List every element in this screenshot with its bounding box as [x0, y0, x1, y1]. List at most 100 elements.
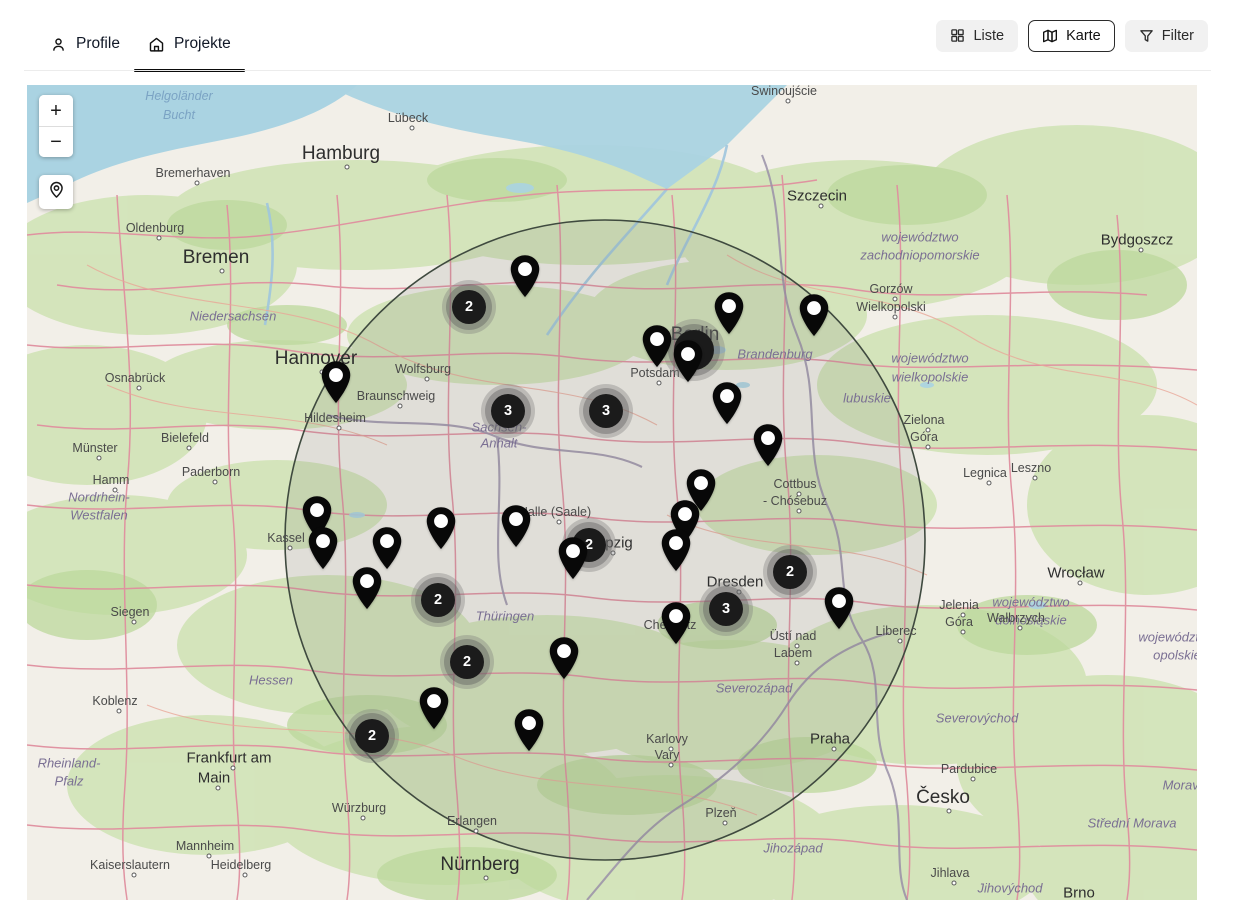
map-marker-pin[interactable]: [350, 566, 384, 610]
header-divider: [24, 70, 1211, 71]
map-cluster[interactable]: 3: [699, 582, 753, 636]
map-cluster[interactable]: 2: [442, 280, 496, 334]
city-dot: [360, 815, 366, 821]
map-marker-pin[interactable]: [508, 254, 542, 298]
map-label: Siegen: [110, 605, 150, 619]
map-marker-pin[interactable]: [659, 528, 693, 572]
map-marker-pin[interactable]: [417, 686, 451, 730]
map-marker-pin[interactable]: [556, 536, 590, 580]
city-dot: [722, 820, 728, 826]
map-label: Severozápad: [715, 680, 793, 696]
tab-profile[interactable]: Profile: [36, 25, 134, 71]
filter-button[interactable]: Filter: [1124, 19, 1208, 52]
user-icon: [50, 36, 67, 53]
map-label: Severovýchod: [935, 710, 1019, 726]
map-marker-pin[interactable]: [424, 506, 458, 550]
map-label: Thüringen: [475, 608, 535, 624]
map-label: Jihlava: [930, 866, 970, 880]
city-dot: [960, 612, 966, 618]
map-label: Brno: [1063, 884, 1095, 900]
city-dot: [1032, 475, 1038, 481]
city-dot: [215, 785, 221, 791]
map-cluster-count: 2: [773, 555, 807, 589]
map-cluster[interactable]: 2: [411, 573, 465, 627]
map-label: Swinoujście: [750, 85, 818, 98]
map-marker-pin[interactable]: [751, 423, 785, 467]
city-dot: [818, 203, 824, 209]
map-label: dolnośląskie: [995, 612, 1067, 628]
map-marker-pin[interactable]: [547, 636, 581, 680]
map-label: Nordrhein-: [68, 489, 130, 505]
map-label: Oldenburg: [125, 221, 185, 235]
map-marker-pin[interactable]: [671, 339, 705, 383]
city-dot: [156, 235, 162, 241]
city-dot: [892, 296, 898, 302]
map-cluster[interactable]: 2: [440, 635, 494, 689]
tab-projekte[interactable]: Projekte: [133, 25, 245, 72]
map-label: Góra: [945, 615, 973, 629]
zoom-in-button[interactable]: +: [39, 95, 73, 126]
city-dot: [970, 776, 976, 782]
view-liste-label: Liste: [973, 27, 1005, 44]
map-marker-pin[interactable]: [306, 526, 340, 570]
map-marker-pin[interactable]: [512, 708, 546, 752]
map-container[interactable]: Helgoländer Bucht Lübeck Swinoujście Hamburg…: [27, 85, 1197, 900]
map-marker-pin[interactable]: [640, 324, 674, 368]
map-marker-pin[interactable]: [319, 360, 353, 404]
map-cluster[interactable]: 3: [481, 384, 535, 438]
map-marker-pin[interactable]: [659, 601, 693, 645]
map-icon: [1042, 28, 1058, 44]
city-dot: [116, 708, 122, 714]
city-dot: [960, 629, 966, 635]
main-tabs: Profile Projekte: [36, 0, 245, 72]
map-label: Bucht: [163, 108, 195, 122]
map-label: Hamburg: [301, 143, 381, 164]
map-label: Wrocław: [1047, 564, 1105, 582]
city-dot: [212, 479, 218, 485]
city-dot: [925, 427, 931, 433]
city-dot: [483, 875, 489, 881]
tab-profile-label: Profile: [76, 35, 120, 53]
map-label: Leszno: [1010, 461, 1052, 475]
map-label: Niedersachsen: [189, 308, 277, 324]
map-label: Brandenburg: [737, 346, 813, 362]
map-marker-pin[interactable]: [712, 291, 746, 335]
map-label: Labem: [773, 646, 813, 660]
map-label: Cottbus: [773, 477, 817, 491]
map-marker-pin[interactable]: [797, 293, 831, 337]
zoom-out-button[interactable]: −: [39, 126, 73, 157]
map-label: Gorzów: [869, 282, 913, 296]
city-dot: [397, 403, 403, 409]
map-label: województwo: [992, 594, 1070, 610]
funnel-icon: [1139, 28, 1154, 43]
city-dot: [892, 314, 898, 320]
city-dot: [409, 125, 415, 131]
city-dot: [230, 765, 236, 771]
map-label: Jelenia: [939, 598, 979, 612]
map-cluster[interactable]: 3: [579, 384, 633, 438]
map-marker-pin[interactable]: [370, 526, 404, 570]
map-label: Wałbrzych: [987, 611, 1045, 625]
map-marker-pin[interactable]: [822, 586, 856, 630]
view-karte-button[interactable]: Karte: [1028, 19, 1115, 52]
city-dot: [131, 619, 137, 625]
map-label: Střední Morava: [1087, 815, 1177, 831]
view-liste-button[interactable]: Liste: [936, 19, 1019, 52]
map-label: województwo: [891, 350, 969, 366]
city-dot: [473, 828, 479, 834]
city-dot: [1077, 580, 1083, 586]
home-icon: [148, 36, 165, 53]
map-cluster-count: 3: [709, 592, 743, 626]
city-dot: [206, 853, 212, 859]
map-cluster[interactable]: 2: [345, 709, 399, 763]
city-dot: [131, 872, 137, 878]
map-marker-pin[interactable]: [710, 381, 744, 425]
map-cluster[interactable]: 2: [763, 545, 817, 599]
city-dot: [1138, 247, 1144, 253]
map-label: Vary: [654, 748, 680, 762]
locate-button[interactable]: [39, 175, 73, 209]
map-label: Bielefeld: [161, 431, 209, 445]
map-label: Liberec: [875, 624, 917, 638]
map-marker-pin[interactable]: [499, 504, 533, 548]
locate-icon: [47, 180, 66, 204]
